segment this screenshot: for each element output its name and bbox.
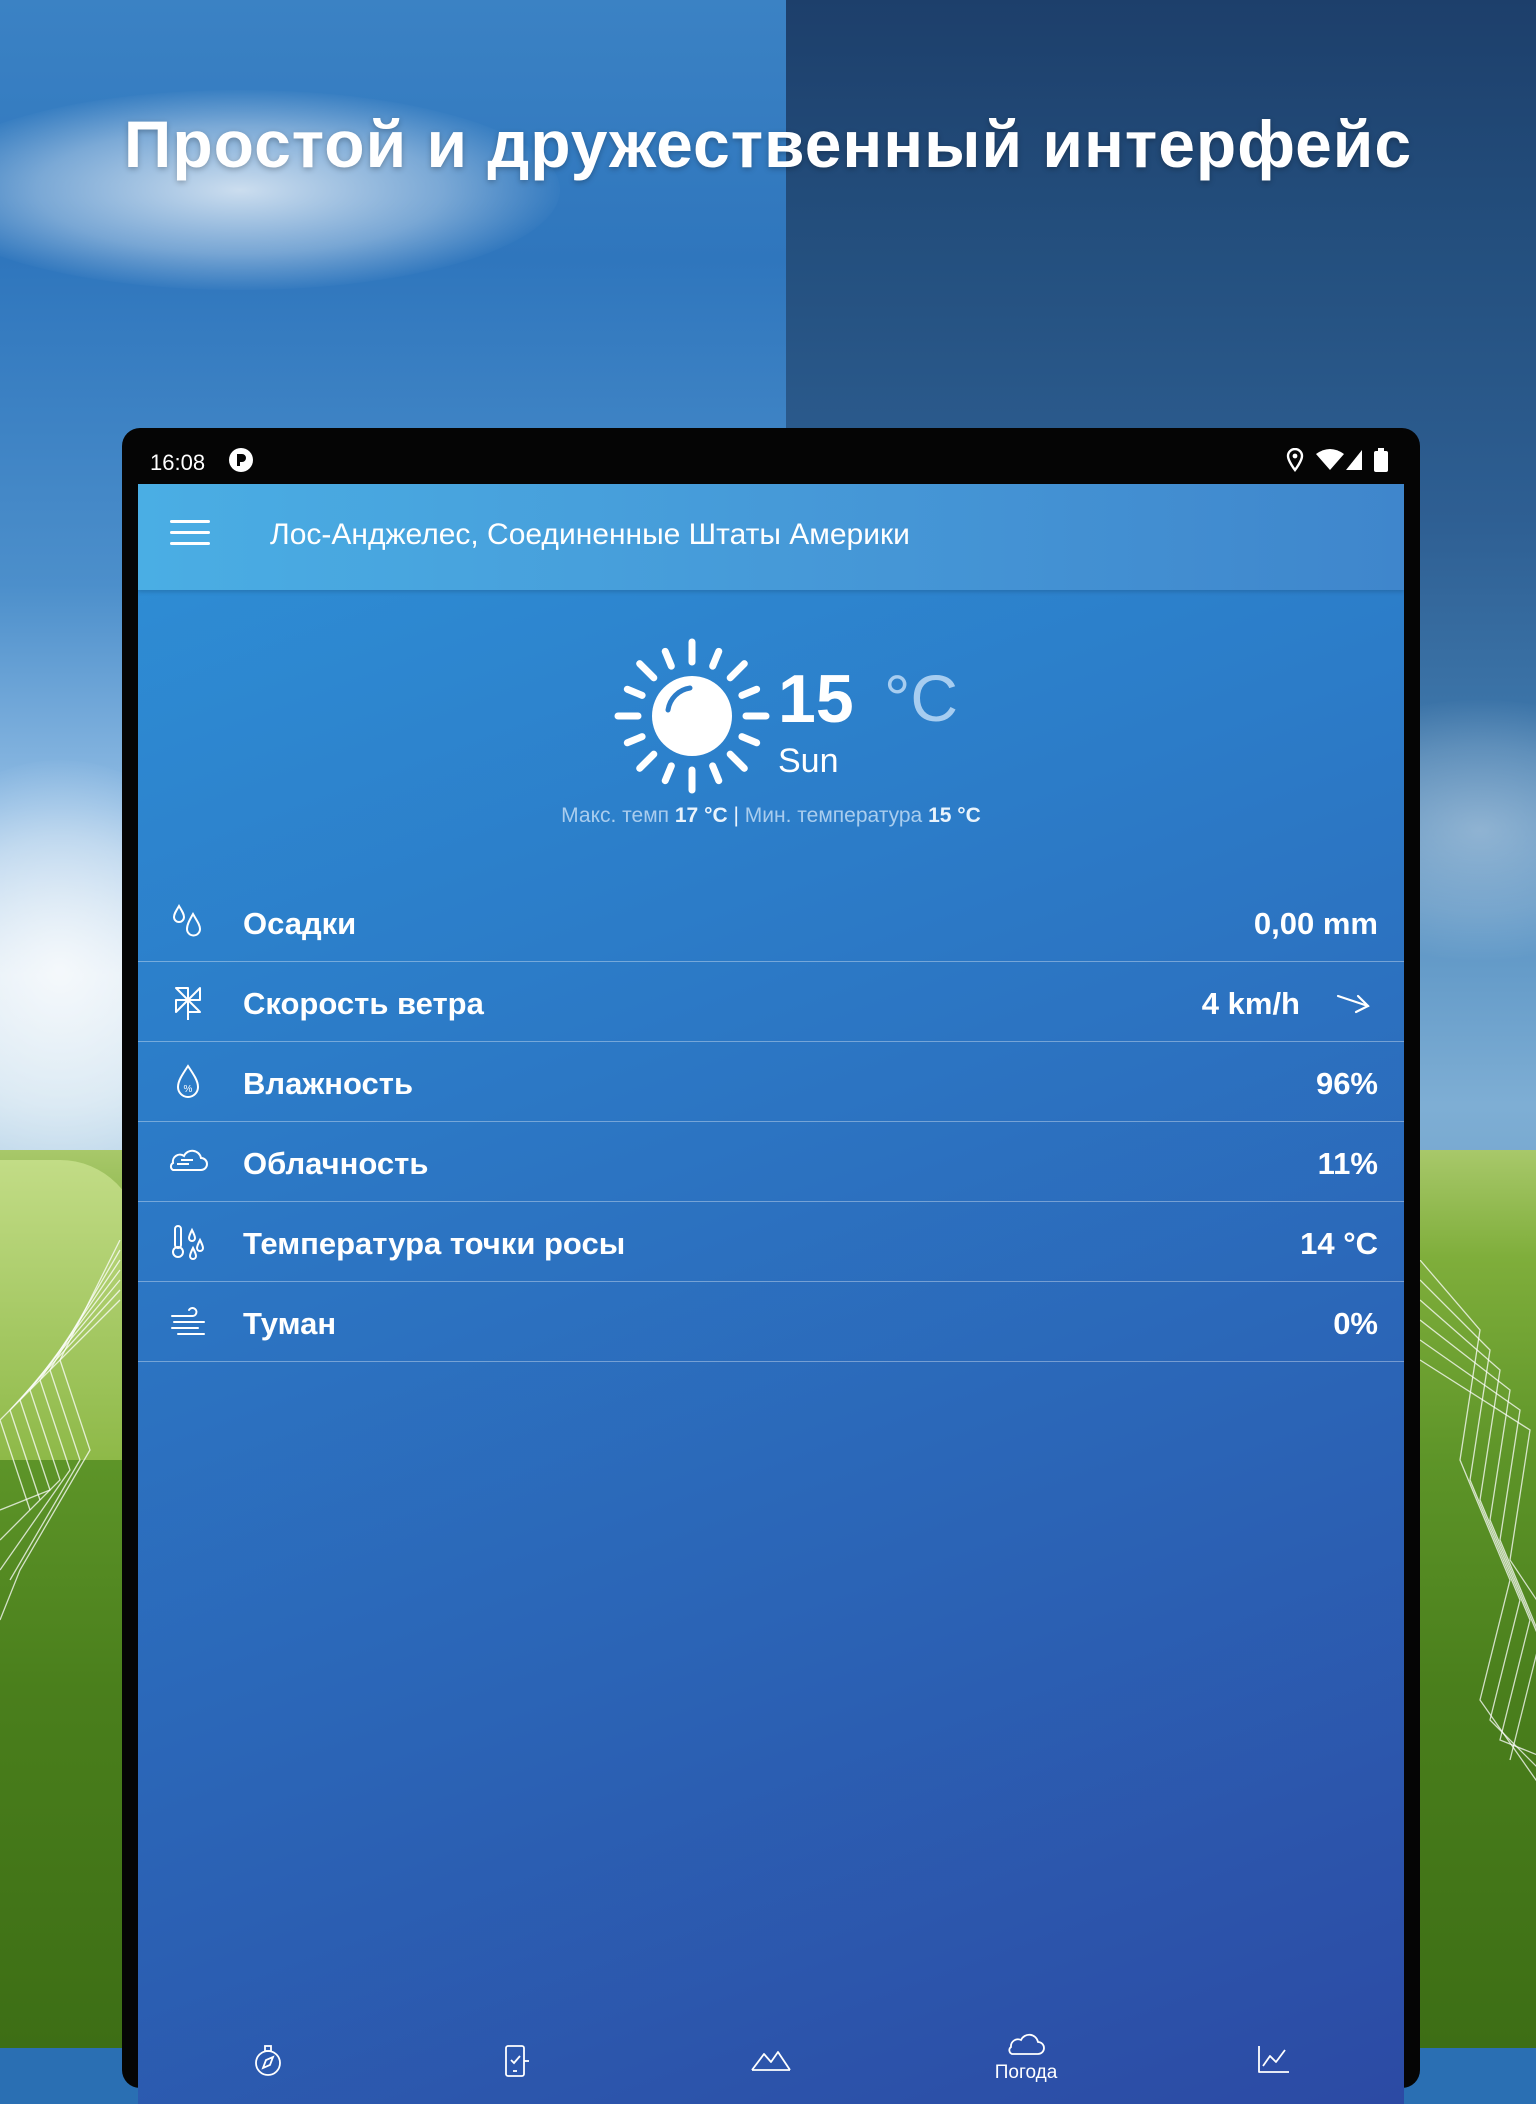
nav-item-terrain[interactable] xyxy=(701,2024,841,2104)
signal-icon xyxy=(1346,450,1362,470)
detail-value: 96% xyxy=(1315,1066,1378,1101)
detail-value: 11% xyxy=(1317,1146,1378,1181)
detail-value: 4 km/h xyxy=(1201,986,1300,1021)
svg-text:%: % xyxy=(184,1084,193,1095)
detail-value: 0% xyxy=(1333,1306,1378,1341)
network-lines-left xyxy=(0,1240,121,1621)
compass-icon xyxy=(255,2045,281,2076)
weather-details-list: Осадки 0,00 mm Скорость ветра 4 km/h % В… xyxy=(138,882,1404,1362)
dewpoint-icon xyxy=(172,1225,205,1260)
detail-row-cloudiness: Облачность 11% xyxy=(138,1122,1404,1202)
wifi-icon xyxy=(1316,449,1344,470)
humidity-drop-icon: % xyxy=(176,1064,200,1098)
min-max-temperature: Макс. темп 17 °C | Мин. температура 15 °… xyxy=(138,804,1404,828)
app-screen: Лос-Анджелес, Соединенные Штаты Америки xyxy=(138,484,1404,2104)
tablet-frame: 16:08 Лос-Анджелес, Соединенные Штаты Ам… xyxy=(122,428,1420,2104)
menu-icon-bar xyxy=(170,542,210,545)
min-temp-label: Мин. температура xyxy=(744,804,923,827)
max-temp-label: Макс. темп xyxy=(561,804,670,827)
network-lines-right xyxy=(1420,1260,1536,1782)
menu-button[interactable] xyxy=(170,520,210,552)
fog-icon xyxy=(171,1307,205,1335)
pinwheel-icon xyxy=(175,987,201,1020)
battery-icon xyxy=(1374,448,1388,472)
min-temp-value: 15 °C xyxy=(928,804,981,827)
current-temperature: 15 xyxy=(778,661,854,737)
phone-icon xyxy=(505,2045,529,2077)
raindrops-icon xyxy=(172,904,202,937)
promo-headline: Простой и дружественный интерфейс xyxy=(123,107,1413,181)
weather-condition: Sun xyxy=(778,742,839,780)
cloud-icon xyxy=(169,1149,208,1171)
detail-row-wind-speed: Скорость ветра 4 km/h xyxy=(138,962,1404,1042)
nav-item-phone[interactable] xyxy=(446,2024,586,2104)
detail-row-precipitation: Осадки 0,00 mm xyxy=(138,882,1404,962)
nav-label-weather: Погода xyxy=(994,2062,1058,2083)
max-temp-value: 17 °C xyxy=(674,804,728,827)
wind-direction-arrow-icon xyxy=(1336,994,1370,1014)
detail-row-dew-point: Температура точки росы 14 °C xyxy=(138,1202,1404,1282)
nav-item-charts[interactable] xyxy=(1204,2024,1344,2104)
mountain-icon xyxy=(751,2051,791,2071)
detail-label: Скорость ветра xyxy=(243,986,484,1021)
detail-label: Осадки xyxy=(243,906,357,941)
nav-item-weather[interactable]: Погода xyxy=(956,2024,1096,2104)
location-icon xyxy=(1286,448,1304,472)
detail-label: Влажность xyxy=(243,1066,414,1101)
chart-icon xyxy=(1258,2046,1289,2073)
bottom-navigation: Погода xyxy=(138,2024,1404,2104)
menu-icon-bar xyxy=(170,520,210,523)
sun-icon xyxy=(614,638,770,794)
detail-value: 14 °C xyxy=(1300,1226,1378,1261)
temperature-unit[interactable]: °C xyxy=(884,660,958,736)
detail-value: 0,00 mm xyxy=(1253,906,1378,941)
detail-row-humidity: % Влажность 96% xyxy=(138,1042,1404,1122)
cloud-nav-icon xyxy=(1008,2033,1045,2055)
detail-label: Температура точки росы xyxy=(243,1226,626,1261)
detail-row-fog: Туман 0% xyxy=(138,1282,1404,1362)
status-bar: 16:08 xyxy=(122,428,1420,484)
status-time: 16:08 xyxy=(150,450,206,475)
menu-icon-bar xyxy=(170,531,210,534)
detail-label: Облачность xyxy=(243,1146,429,1181)
detail-label: Туман xyxy=(243,1306,337,1341)
minmax-separator: | xyxy=(733,804,739,827)
location-title[interactable]: Лос-Анджелес, Соединенные Штаты Америки xyxy=(270,518,910,552)
app-toolbar: Лос-Анджелес, Соединенные Штаты Америки xyxy=(138,484,1404,590)
nav-item-compass[interactable] xyxy=(198,2024,338,2104)
app-notification-icon xyxy=(229,448,253,472)
